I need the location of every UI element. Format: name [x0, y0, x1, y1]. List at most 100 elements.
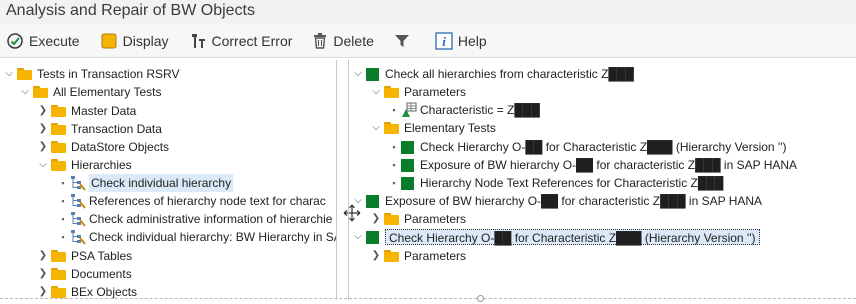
bullet-icon: ▪ [61, 178, 65, 188]
chevron-right-icon[interactable]: ❯ [38, 247, 48, 265]
horizontal-splitter-handle[interactable] [477, 295, 484, 302]
tree-node-label: PSA Tables [71, 249, 133, 263]
trash-icon [314, 33, 327, 49]
chevron-down-icon[interactable]: ⌵ [38, 156, 48, 174]
tree-node-check-hierarchy-2[interactable]: ⌵ Check Hierarchy O-██ for Characteristi… [353, 228, 760, 246]
status-green-icon [401, 140, 414, 154]
tree-node-label: Exposure of BW hierarchy O-██ for charac… [420, 158, 798, 172]
right-tree-panel: ⌵ Check all hierarchies from characteris… [348, 60, 856, 300]
tree-node-label: Hierarchies [71, 158, 132, 172]
tree-node-references-node-text[interactable]: ▪ References of hierarchy node text for … [58, 192, 326, 210]
folder-icon [51, 141, 66, 153]
tree-node-label: Documents [71, 267, 132, 281]
tree-node-master-data[interactable]: ❯ Master Data [38, 102, 137, 120]
chevron-right-icon[interactable]: ❯ [371, 210, 381, 228]
tree-node-check-individual-hierarchy[interactable]: ▪ Check individual hierarchy [58, 174, 234, 192]
folder-icon [384, 213, 399, 225]
tree-node-parameters-1[interactable]: ⌵ Parameters [371, 83, 466, 101]
tree-node-check-admin-info[interactable]: ▪ Check administrative information of hi… [58, 210, 332, 228]
chevron-down-icon[interactable]: ⌵ [4, 65, 14, 83]
toolbar: Execute Display Correct Error Delete i H… [0, 25, 856, 58]
display-button[interactable]: Display [94, 28, 175, 54]
tree-node-label: Exposure of BW hierarchy O-██ for charac… [385, 194, 763, 208]
left-tree-panel: ⌵ Tests in Transaction RSRV ⌵ All Elemen… [0, 60, 337, 300]
tree-node-characteristic[interactable]: ▪ Characteristic = Z███ [389, 101, 540, 119]
correct-error-icon [191, 34, 205, 48]
tree-node-label: Check individual hierarchy [89, 174, 234, 192]
filter-button[interactable] [388, 28, 421, 54]
tree-node-node-text-refs[interactable]: ▪ Hierarchy Node Text References for Cha… [389, 174, 723, 192]
tree-node-label: Check individual hierarchy: BW Hierarchy… [89, 230, 337, 244]
info-icon: i [435, 32, 453, 50]
folder-icon [51, 123, 66, 135]
status-green-icon [366, 67, 379, 81]
hierarchy-test-icon [71, 194, 86, 209]
execute-button[interactable]: Execute [0, 28, 86, 54]
display-icon [101, 33, 117, 49]
status-green-icon [401, 158, 414, 172]
hierarchy-test-icon [71, 176, 86, 191]
tree-node-exposure-1[interactable]: ▪ Exposure of BW hierarchy O-██ for char… [389, 156, 797, 174]
tree-node-exposure-2[interactable]: ⌵ Exposure of BW hierarchy O-██ for char… [353, 192, 762, 210]
tree-node-transaction-data[interactable]: ❯ Transaction Data [38, 120, 162, 138]
status-green-icon [366, 230, 379, 244]
chevron-down-icon[interactable]: ⌵ [20, 83, 30, 101]
chevron-down-icon[interactable]: ⌵ [371, 83, 381, 101]
tree-node-label: Check administrative information of hier… [89, 212, 333, 226]
display-label: Display [122, 33, 169, 49]
chevron-right-icon[interactable]: ❯ [38, 102, 48, 120]
correct-error-button[interactable]: Correct Error [183, 28, 299, 54]
tree-node-datastore-objects[interactable]: ❯ DataStore Objects [38, 138, 169, 156]
folder-icon [384, 86, 399, 98]
folder-icon [384, 250, 399, 262]
folder-icon [51, 268, 66, 280]
tree-node-root[interactable]: ⌵ Tests in Transaction RSRV [4, 65, 180, 83]
help-button[interactable]: i Help [429, 28, 493, 54]
chevron-right-icon[interactable]: ❯ [371, 247, 381, 265]
folder-icon [384, 122, 399, 134]
tree-node-check-bw-hierarchy-sap[interactable]: ▪ Check individual hierarchy: BW Hierarc… [58, 228, 337, 246]
chevron-right-icon[interactable]: ❯ [38, 120, 48, 138]
tree-node-all-elementary[interactable]: ⌵ All Elementary Tests [20, 83, 162, 101]
bottom-divider [0, 298, 856, 299]
svg-text:i: i [442, 34, 446, 49]
tree-node-label: Characteristic = Z███ [420, 103, 540, 117]
characteristic-icon [402, 102, 417, 117]
tree-node-label: Parameters [404, 212, 467, 226]
tree-node-documents[interactable]: ❯ Documents [38, 265, 132, 283]
chevron-right-icon[interactable]: ❯ [38, 265, 48, 283]
tree-node-check-all[interactable]: ⌵ Check all hierarchies from characteris… [353, 65, 634, 83]
folder-icon [51, 286, 66, 298]
chevron-down-icon[interactable]: ⌵ [371, 119, 381, 137]
bullet-icon: ▪ [392, 160, 396, 170]
window-title: Analysis and Repair of BW Objects [0, 0, 856, 25]
delete-button[interactable]: Delete [306, 28, 379, 54]
tree-node-parameters-3[interactable]: ❯ Parameters [371, 247, 466, 265]
chevron-down-icon[interactable]: ⌵ [353, 65, 363, 83]
tree-node-label: Tests in Transaction RSRV [37, 67, 180, 81]
execute-icon [7, 33, 23, 49]
chevron-down-icon[interactable]: ⌵ [353, 192, 363, 210]
bullet-icon: ▪ [61, 214, 65, 224]
tree-node-psa-tables[interactable]: ❯ PSA Tables [38, 247, 132, 265]
tree-node-label: All Elementary Tests [53, 85, 162, 99]
folder-icon [51, 159, 66, 171]
filter-icon [394, 35, 409, 47]
bullet-icon: ▪ [392, 142, 396, 152]
chevron-down-icon[interactable]: ⌵ [353, 228, 363, 246]
tree-node-label: Master Data [71, 104, 137, 118]
bullet-icon: ▪ [61, 232, 65, 242]
tree-node-elementary-tests[interactable]: ⌵ Elementary Tests [371, 119, 496, 137]
correct-error-label: Correct Error [211, 33, 293, 49]
tree-node-label: References of hierarchy node text for ch… [89, 194, 326, 208]
tree-node-check-hierarchy-1[interactable]: ▪ Check Hierarchy O-██ for Characteristi… [389, 138, 786, 156]
tree-node-label: Hierarchy Node Text References for Chara… [420, 176, 724, 190]
tree-node-parameters-2[interactable]: ❯ Parameters [371, 210, 466, 228]
tree-node-label: Elementary Tests [404, 121, 496, 135]
execute-label: Execute [29, 33, 80, 49]
bullet-icon: ▪ [61, 196, 65, 206]
status-green-icon [366, 194, 379, 208]
chevron-right-icon[interactable]: ❯ [38, 138, 48, 156]
bullet-icon: ▪ [392, 178, 396, 188]
tree-node-hierarchies[interactable]: ⌵ Hierarchies [38, 156, 132, 174]
